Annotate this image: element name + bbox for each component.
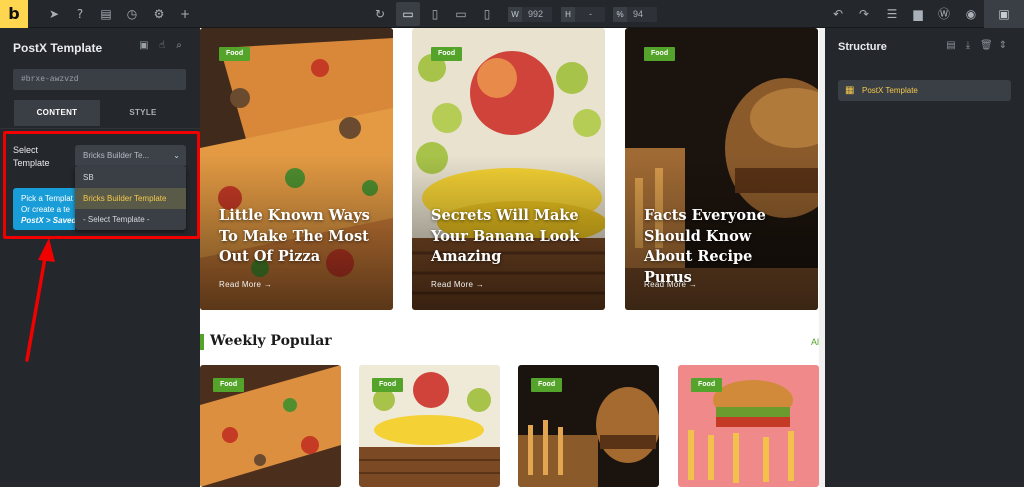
tab-content[interactable]: CONTENT [14,100,100,126]
divider [0,128,200,129]
category-badge[interactable]: Food [219,47,251,61]
width-input[interactable]: 992 [522,7,552,22]
element-id-field[interactable]: #brxe-awzvzd [13,69,186,90]
section-title-accent [200,334,204,350]
read-more-label: Read More [644,280,687,289]
category-badge[interactable]: Food [372,378,404,392]
zoom-input[interactable]: 94 [627,7,657,22]
trash-icon[interactable]: 🗑 [980,40,993,52]
fruit-basket-image [412,28,605,310]
folder-icon[interactable]: ▆ [910,6,926,22]
category-badge[interactable]: Food [531,378,563,392]
featured-post-card[interactable]: Food Secrets Will Make Your Banana Look … [412,28,605,310]
arrow-right-icon: → [263,280,273,289]
element-settings-panel: PostX Template ▣ ☝ ⌕ #brxe-awzvzd CONTEN… [0,28,200,487]
read-more-link[interactable]: Read More → [644,280,697,289]
structure-item-label: PostX Template [862,86,918,95]
wordpress-icon[interactable]: Ⓦ [936,6,952,22]
help-icon[interactable]: ? [72,6,88,22]
zoom-label: % [613,7,627,22]
read-more-link[interactable]: Read More → [431,280,484,289]
history-icon[interactable]: ◷ [124,6,140,22]
post-title[interactable]: Little Known Ways To Make The Most Out O… [219,206,379,268]
pages-icon[interactable]: ▤ [98,6,114,22]
page-canvas: Food Little Known Ways To Make The Most … [200,28,825,487]
tablet-icon[interactable]: ▯ [427,6,443,22]
post-title[interactable]: Facts Everyone Should Know About Recipe … [644,206,804,288]
tablet-landscape-icon[interactable]: ▭ [453,6,469,22]
category-badge[interactable]: Food [691,378,723,392]
collapse-icon[interactable]: ⇕ [997,40,1009,52]
download-icon[interactable]: ⤓ [962,40,974,52]
featured-post-card[interactable]: Food Little Known Ways To Make The Most … [200,28,393,310]
structure-title: Structure [838,41,887,53]
category-badge[interactable]: Food [644,47,676,61]
structure-toggle-icon[interactable]: ☰ [884,6,900,22]
read-more-link[interactable]: Read More → [219,280,272,289]
category-badge[interactable]: Food [213,378,245,392]
redo-icon[interactable]: ↷ [856,6,872,22]
arrow-right-icon: → [688,280,698,289]
read-more-label: Read More [431,280,474,289]
section-title: Weekly Popular [210,333,332,349]
panel-title: PostX Template [13,41,103,55]
structure-item-postx-template[interactable]: ▦ PostX Template [838,80,1011,101]
cursor-icon[interactable]: ➤ [46,6,62,22]
add-icon[interactable]: + [177,6,193,22]
top-toolbar: b ➤ ? ▤ ◷ ⚙ + ↻ ▭ ▯ ▭ ▯ W 992 H - % 94 ↶… [0,0,1024,28]
height-input[interactable]: - [575,7,605,22]
bricks-builder-editor: b ➤ ? ▤ ◷ ⚙ + ↻ ▭ ▯ ▭ ▯ W 992 H - % 94 ↶… [0,0,1024,487]
featured-post-card[interactable]: Food Facts Everyone Should Know About Re… [625,28,818,310]
red-highlight-box [3,131,200,239]
tab-style[interactable]: STYLE [100,100,186,126]
desktop-icon[interactable]: ▭ [400,6,416,22]
grid-icon: ▦ [845,85,855,96]
save-button[interactable]: ▣ [984,0,1024,28]
hover-state-icon[interactable]: ☝ [156,40,168,52]
arrow-right-icon: → [475,280,485,289]
read-more-label: Read More [219,280,262,289]
category-badge[interactable]: Food [431,47,463,61]
popular-post-card[interactable]: Food [200,365,341,487]
undo-icon[interactable]: ↶ [830,6,846,22]
search-icon[interactable]: ⌕ [173,40,185,52]
settings-icon[interactable]: ⚙ [151,6,167,22]
width-label: W [508,7,522,22]
post-title[interactable]: Secrets Will Make Your Banana Look Amazi… [431,206,591,268]
clipboard-icon[interactable]: ▤ [945,40,957,52]
pizza-image [200,28,393,310]
refresh-icon[interactable]: ↻ [372,6,388,22]
structure-panel: Structure ▤ ⤓ 🗑 ⇕ ▦ PostX Template [825,28,1024,487]
popular-post-card[interactable]: Food [678,365,819,487]
save-icon: ▣ [998,7,1010,21]
popular-post-card[interactable]: Food [359,365,500,487]
mobile-icon[interactable]: ▯ [479,6,495,22]
preview-eye-icon[interactable]: ◉ [963,6,979,22]
height-label: H [561,7,575,22]
popular-post-card[interactable]: Food [518,365,659,487]
bricks-logo[interactable]: b [0,0,28,28]
breakpoint-icon[interactable]: ▣ [138,40,150,52]
